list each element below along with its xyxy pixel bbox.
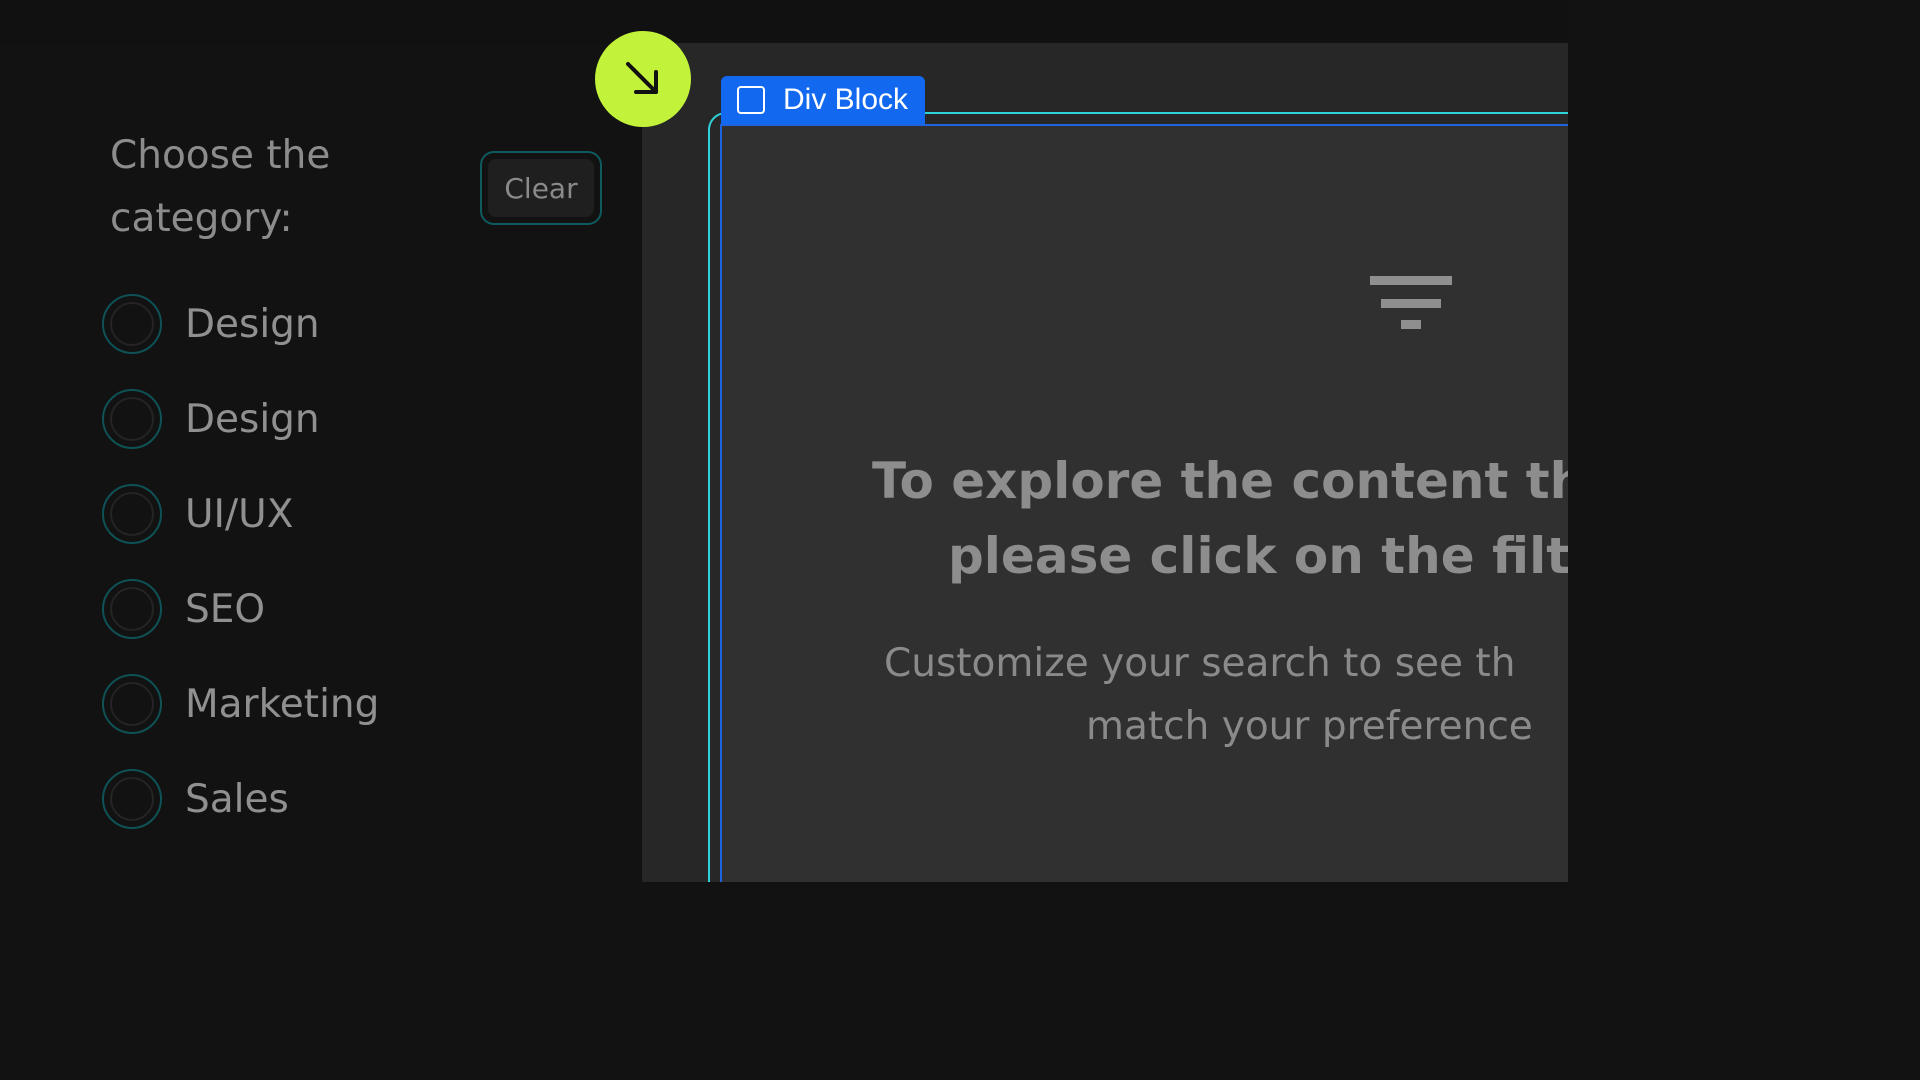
radio-button[interactable] <box>102 769 162 829</box>
div-block-icon <box>737 86 765 114</box>
radio-button[interactable] <box>102 294 162 354</box>
category-option[interactable]: Sales <box>102 769 379 829</box>
top-bar <box>0 0 1568 44</box>
radio-button[interactable] <box>102 389 162 449</box>
category-option-label: Design <box>185 396 320 442</box>
page: Choose the category: Clear Design Design… <box>0 0 1568 882</box>
empty-state-title: To explore the content tha please click … <box>872 444 1568 594</box>
empty-state-subtitle-line: Customize your search to see th <box>884 641 1516 686</box>
filter-icon <box>1370 276 1452 329</box>
radio-button[interactable] <box>102 579 162 639</box>
category-option-label: Sales <box>185 776 289 822</box>
clear-button[interactable]: Clear <box>480 151 602 225</box>
category-option[interactable]: SEO <box>102 579 379 639</box>
empty-state-title-line: To explore the content tha <box>872 452 1568 510</box>
category-radio-list: Design Design UI/UX SEO Marketing Sales <box>102 294 379 864</box>
empty-state-title-line: please click on the filter <box>948 527 1568 585</box>
category-option[interactable]: Design <box>102 294 379 354</box>
category-option[interactable]: Marketing <box>102 674 379 734</box>
category-option[interactable]: Design <box>102 389 379 449</box>
empty-state-subtitle-line: match your preference <box>1086 704 1533 749</box>
empty-state-subtitle: Customize your search to see th match yo… <box>884 632 1568 758</box>
radio-button[interactable] <box>102 484 162 544</box>
category-option-label: Marketing <box>185 681 380 727</box>
radio-button[interactable] <box>102 674 162 734</box>
category-option-label: Design <box>185 301 320 347</box>
category-option[interactable]: UI/UX <box>102 484 379 544</box>
filter-title: Choose the category: <box>110 133 331 241</box>
arrow-down-right-icon <box>626 62 658 94</box>
arrow-badge[interactable] <box>595 31 691 127</box>
category-option-label: UI/UX <box>185 491 294 537</box>
element-tag-text: Div Block <box>783 83 909 116</box>
category-option-label: SEO <box>185 586 266 632</box>
element-tag-label[interactable]: Div Block <box>721 76 925 124</box>
clear-button-label: Clear <box>488 159 594 217</box>
